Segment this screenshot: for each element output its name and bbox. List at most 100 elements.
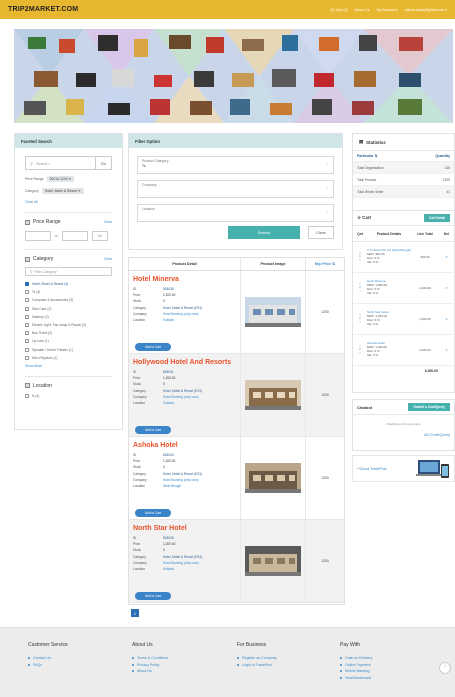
add-to-cart-button[interactable]: Add to Cart [135, 426, 171, 434]
footer-link[interactable]: Visa/Mastercard [340, 675, 372, 682]
product-field-key: Location [133, 484, 146, 489]
category-item-label: Bus Ticket (2) [32, 331, 53, 336]
category-checkbox[interactable] [25, 347, 29, 352]
price-min-input[interactable] [25, 231, 51, 241]
hotel-photo[interactable] [245, 463, 301, 493]
delete-icon[interactable]: ✕ [439, 317, 454, 321]
faceted-search-input[interactable]: ⚲ Search... [26, 157, 95, 169]
chevron-down-icon[interactable]: ˅ [353, 351, 367, 356]
product-field-value: 1,200.00 [163, 459, 176, 464]
all-chat-link[interactable]: All Chat/Query [353, 426, 454, 437]
product-category-label: Product Category [142, 159, 169, 163]
delete-icon[interactable]: ✕ [439, 286, 454, 290]
category-checkbox[interactable] [25, 282, 29, 287]
hotel-photo[interactable] [245, 297, 301, 327]
product-name[interactable]: Hotel Minerva [133, 276, 236, 283]
nav-about[interactable]: About Us [355, 8, 370, 12]
show-more-link[interactable]: Show More [25, 364, 112, 368]
statistics-row: Total Product 7429 [353, 174, 454, 186]
add-to-cart-button[interactable]: Add to Cart [135, 592, 171, 600]
submit-chat-button[interactable]: Submit a Chat/Query [408, 403, 450, 411]
cloud-tradeplus-link[interactable]: **Cloud TradePlus [357, 467, 386, 471]
product-field-value[interactable]: Hotel Booking (only cars) [163, 395, 199, 399]
category-clear-link[interactable]: Clear [104, 257, 112, 261]
category-item[interactable]: Electric Light, Fan setup & Repair (2) [25, 321, 112, 329]
pagination-page-1[interactable]: 1 [131, 609, 139, 617]
category-title[interactable]: Category [25, 256, 53, 262]
price-range-title[interactable]: Price Range [25, 219, 61, 225]
delete-icon[interactable]: ✕ [439, 348, 454, 352]
faceted-go-button[interactable]: Go [95, 157, 111, 169]
location-select[interactable]: Location ⌄ [137, 204, 334, 222]
cart-qty-stepper[interactable]: ˄ 2 ˅ [353, 282, 367, 294]
category-chip[interactable]: Hotel, Motel & Resort ✕ [41, 188, 84, 194]
add-to-cart-button[interactable]: Add to Cart [135, 343, 171, 351]
nav-cart[interactable]: (0) Cart (0) [330, 8, 348, 12]
product-field-value[interactable]: Hotel Booking (only cars) [163, 561, 199, 565]
footer-link[interactable]: Login to TradePlus [237, 662, 277, 669]
category-item[interactable]: Ts (3) [25, 288, 112, 296]
clear-button[interactable]: Clear [308, 226, 334, 239]
product-field-value[interactable]: Kolkata [163, 567, 174, 571]
product-field-value: 0 [163, 465, 165, 470]
product-name[interactable]: Hollywood Hotel And Resorts [133, 359, 236, 366]
product-name[interactable]: Ashoka Hotel [133, 442, 236, 449]
category-item[interactable]: Computer & Accessories (3) [25, 296, 112, 304]
category-checkbox[interactable] [25, 290, 29, 295]
add-to-cart-button[interactable]: Add to Cart [135, 509, 171, 517]
location-item[interactable]: N (4) [25, 392, 112, 400]
category-item[interactable]: Bus Ticket (2) [25, 329, 112, 337]
category-checkbox[interactable] [25, 355, 29, 360]
chevron-down-icon[interactable]: ˅ [353, 258, 367, 263]
col-mrp-price[interactable]: Mrp Price ⇅ [306, 258, 344, 270]
category-item[interactable]: Hotel, Motel & Resort (4) [25, 280, 112, 288]
product-field-value[interactable]: Hotel Booking (only cars) [163, 478, 199, 482]
nav-user-email[interactable]: admin.akshi@gmail.com ▾ [405, 8, 447, 12]
chevron-down-icon[interactable]: ˅ [353, 289, 367, 294]
price-max-input[interactable] [61, 231, 88, 241]
category-section: Category Clear ⚲ Filter Category Hotel, … [25, 249, 112, 368]
delete-icon[interactable]: ✕ [439, 255, 454, 259]
category-item[interactable]: Men Perjafum (1) [25, 354, 112, 362]
category-checkbox[interactable] [25, 306, 29, 311]
price-go-button[interactable]: Go [91, 231, 108, 241]
price-chip[interactable]: 900 to 1200 ✕ [46, 176, 75, 182]
category-checkbox[interactable] [25, 298, 29, 303]
site-logo[interactable]: TRIP2MARKET.COM [8, 6, 78, 13]
faceted-search-title: Faceted Search [15, 134, 122, 148]
category-checkbox[interactable] [25, 314, 29, 319]
product-field-value[interactable]: Kolkata [163, 401, 174, 405]
product-name[interactable]: North Star Hotel [133, 525, 236, 532]
scroll-top-button[interactable]: ⌃ [439, 662, 451, 674]
chevron-down-icon[interactable]: ˅ [353, 320, 367, 325]
category-item[interactable]: Skin Care (2) [25, 305, 112, 313]
col-particular[interactable]: Particular ⇅ [357, 154, 378, 158]
clear-all-link[interactable]: Clear All [25, 200, 38, 204]
footer-col: About Us Terms & Conditions Privacy Policy… [132, 642, 168, 675]
company-select[interactable]: Company ⌄ [137, 180, 334, 198]
cart-qty-stepper[interactable]: ˄ 1 ˅ [353, 313, 367, 325]
hotel-photo[interactable] [245, 380, 301, 410]
price-clear-link[interactable]: Clear [104, 220, 112, 224]
nav-account[interactable]: My Account ▾ [377, 8, 398, 12]
location-checkbox[interactable] [25, 393, 29, 398]
search-button[interactable]: Search [228, 226, 300, 239]
cart-detail-button[interactable]: Cart Detail [424, 214, 450, 222]
category-checkbox[interactable] [25, 331, 29, 336]
cart-qty-stepper[interactable]: ˄ 2 ˅ [353, 344, 367, 356]
hotel-photo[interactable] [245, 546, 301, 576]
product-field-value[interactable]: Hotel Booking (only cars) [163, 312, 199, 316]
footer-link[interactable]: FAQs [28, 662, 68, 669]
cart-qty-stepper[interactable]: ˄ 1 ˅ [353, 251, 367, 263]
category-item[interactable]: Lip care (1) [25, 337, 112, 345]
footer-link[interactable]: About Us [132, 668, 168, 675]
category-item[interactable]: Speaker / Home Theater (1) [25, 346, 112, 354]
filter-category-input[interactable]: ⚲ Filter Category [25, 267, 112, 276]
location-title[interactable]: Location [25, 383, 52, 389]
category-checkbox[interactable] [25, 323, 29, 328]
product-field-value[interactable]: West Bengal [163, 484, 181, 488]
product-field-value[interactable]: Kolkata [163, 318, 174, 322]
product-category-select[interactable]: Product Category Ts ⌄ [137, 156, 334, 174]
category-item[interactable]: Makeup (2) [25, 313, 112, 321]
category-checkbox[interactable] [25, 339, 29, 344]
